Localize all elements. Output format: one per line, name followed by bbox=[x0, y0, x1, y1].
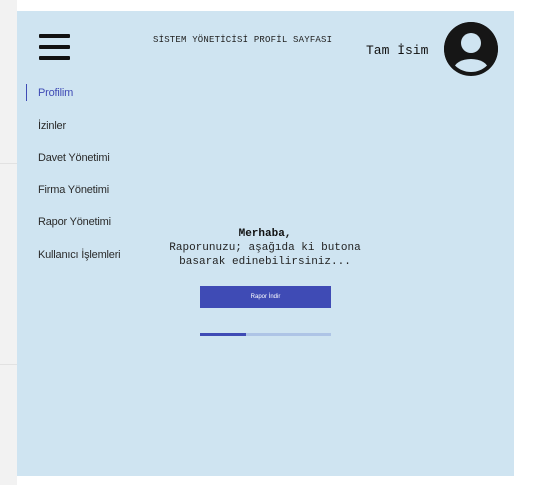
download-report-button[interactable]: Rapor İndir bbox=[200, 286, 331, 308]
page-title: SİSTEM YÖNETİCİSİ PROFİL SAYFASI bbox=[153, 35, 333, 45]
menu-bar bbox=[39, 34, 70, 38]
user-avatar-icon[interactable] bbox=[444, 22, 498, 76]
report-message: Merhaba, Raporunuzu; aşağıda ki butona b… bbox=[152, 227, 378, 269]
progress-bar bbox=[200, 333, 331, 336]
user-name: Tam İsim bbox=[366, 43, 429, 58]
hamburger-menu-icon[interactable] bbox=[39, 34, 70, 61]
message-line-2: basarak edinebilirsiniz... bbox=[179, 256, 351, 268]
profile-panel: SİSTEM YÖNETİCİSİ PROFİL SAYFASI Tam İsi… bbox=[17, 11, 514, 476]
message-line-1: Raporunuzu; aşağıda ki butona bbox=[169, 242, 361, 254]
strip-divider bbox=[0, 364, 17, 365]
sidebar-item-izinler[interactable]: İzinler bbox=[26, 116, 66, 136]
sidebar-item-kullanici-islemleri[interactable]: Kullanıcı İşlemleri bbox=[26, 245, 121, 265]
sidebar-item-rapor-yonetimi[interactable]: Rapor Yönetimi bbox=[26, 212, 111, 232]
progress-bar-fill bbox=[200, 333, 246, 336]
menu-bar bbox=[39, 45, 70, 49]
strip-divider bbox=[0, 163, 17, 164]
left-background-strip bbox=[0, 0, 17, 485]
greeting-text: Merhaba, bbox=[238, 228, 292, 240]
sidebar-item-firma-yonetimi[interactable]: Firma Yönetimi bbox=[26, 180, 109, 200]
menu-bar bbox=[39, 56, 70, 60]
sidebar-item-davet-yonetimi[interactable]: Davet Yönetimi bbox=[26, 148, 110, 168]
sidebar-item-profilim[interactable]: Profilim bbox=[26, 83, 73, 103]
